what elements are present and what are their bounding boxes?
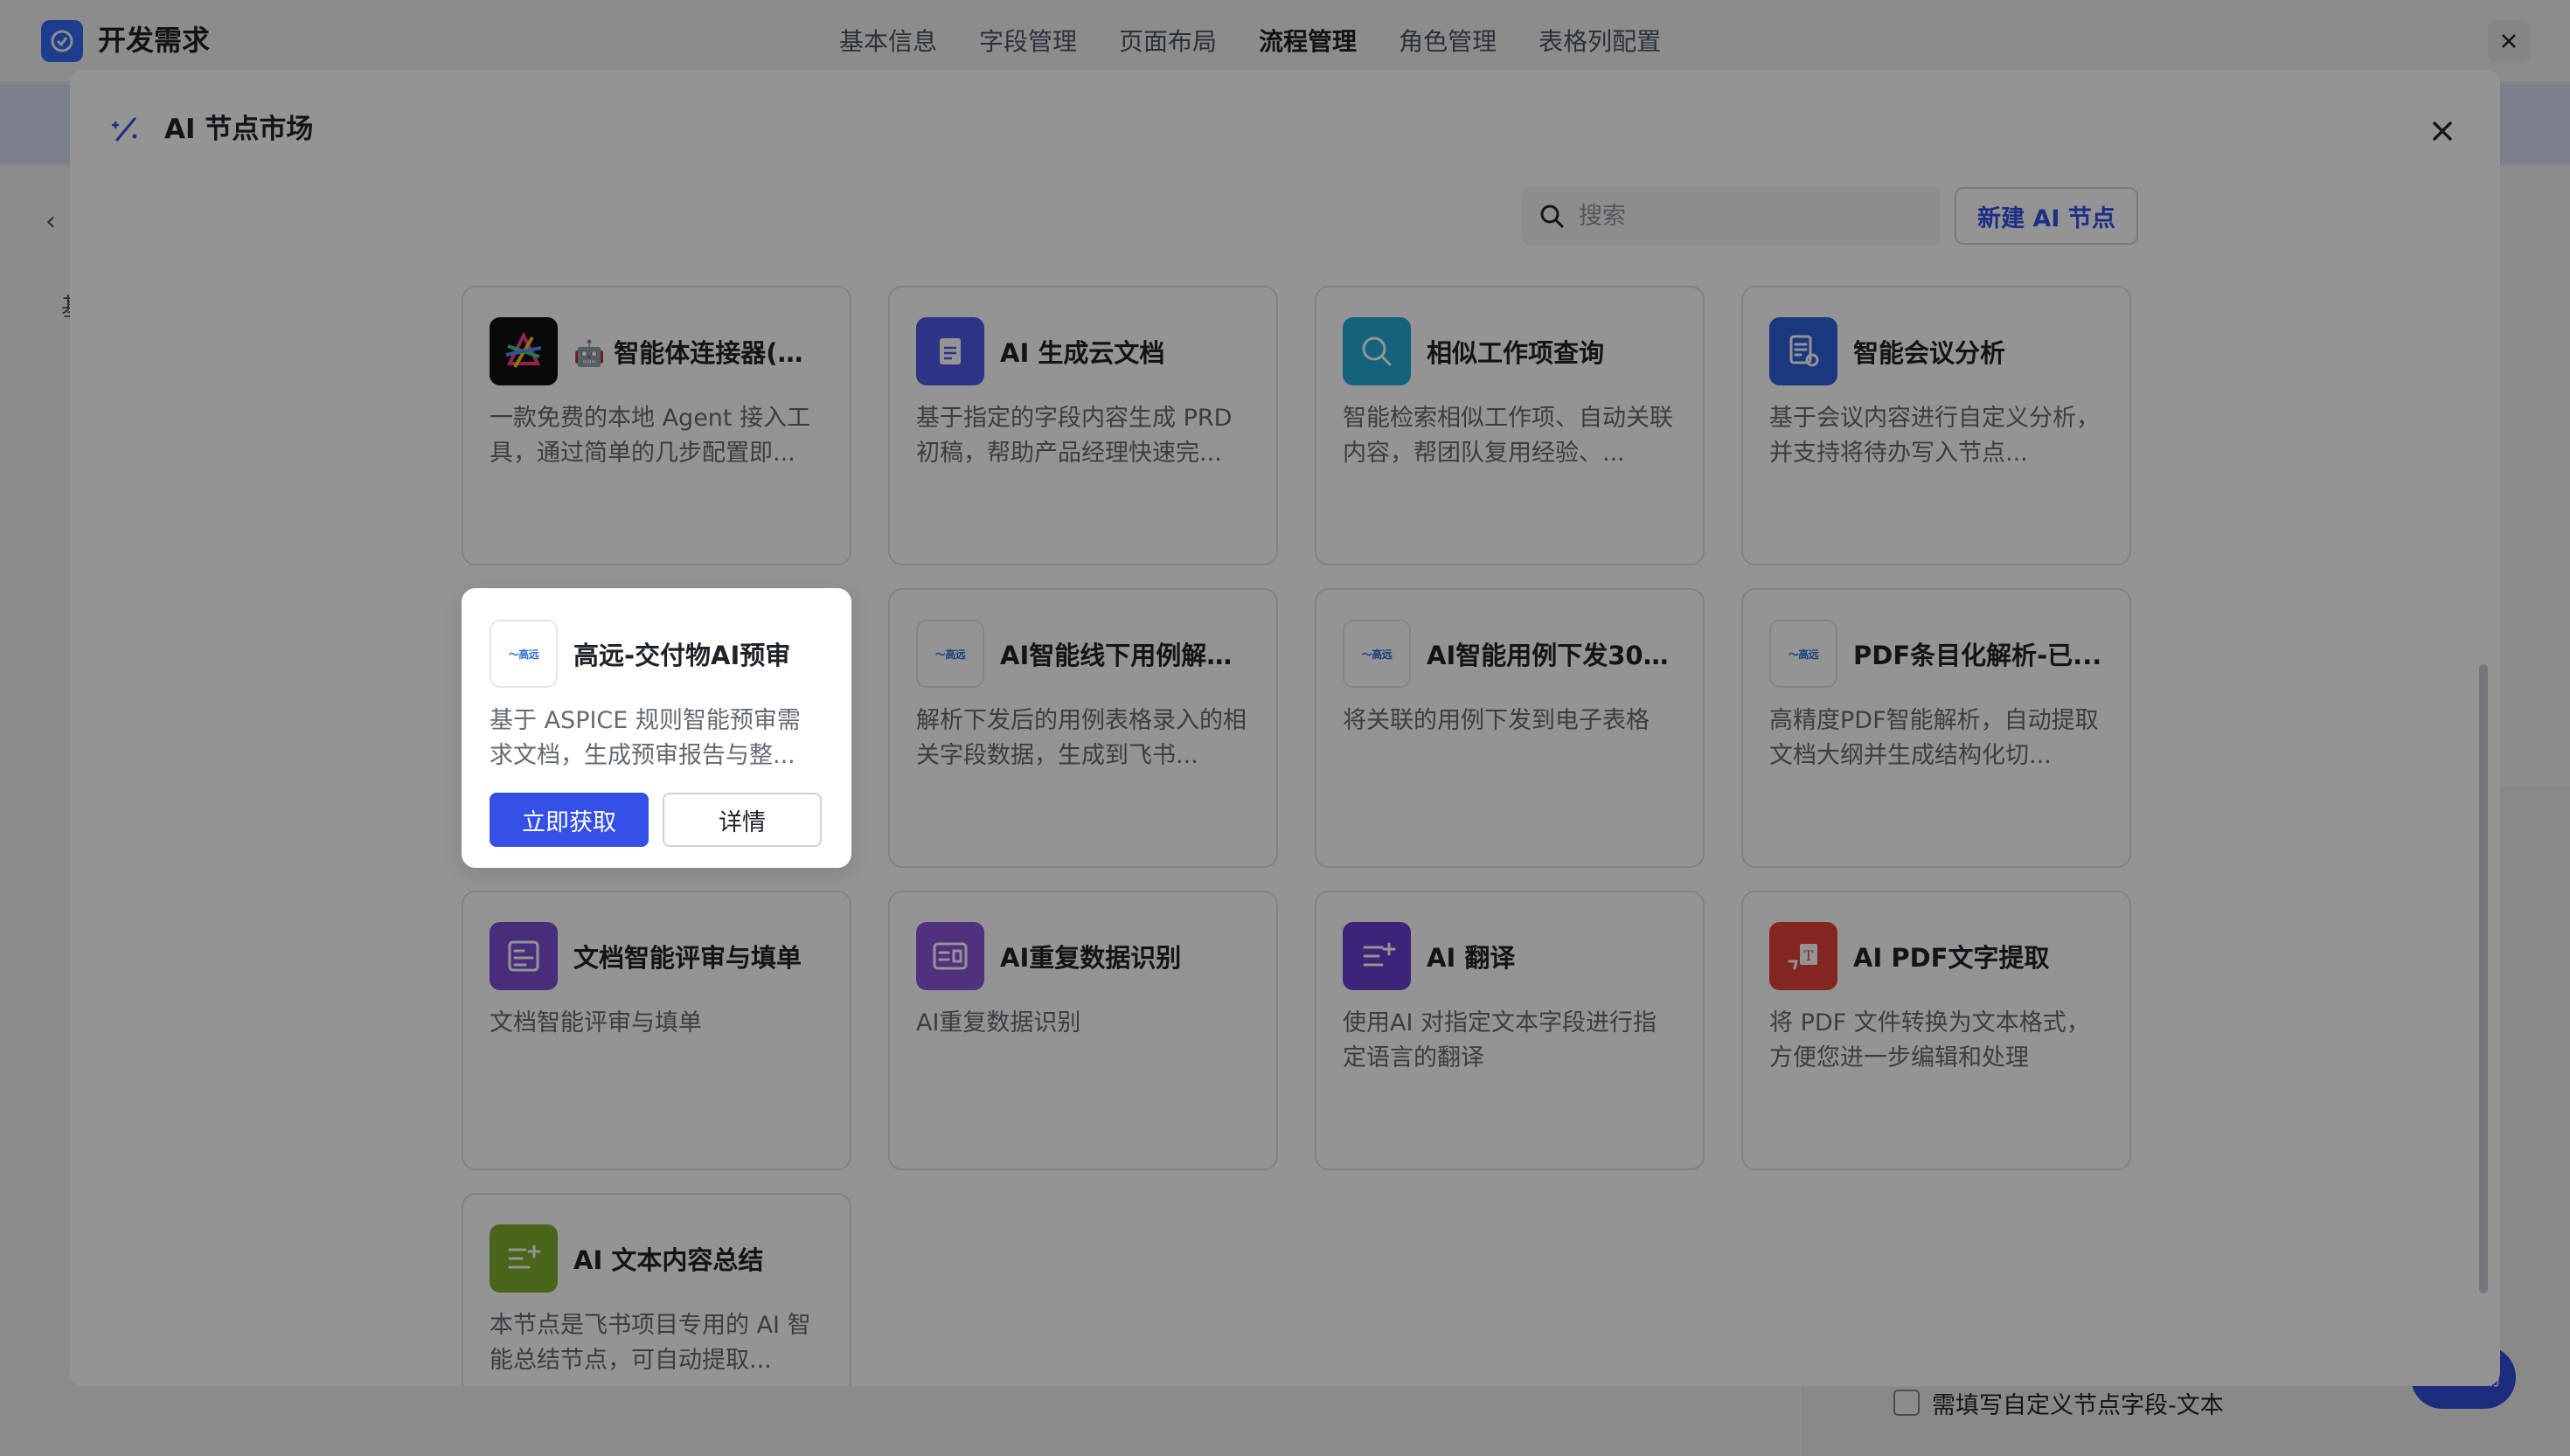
card-description: 本节点是飞书项目专用的 AI 智能总结节点，可自动提取... <box>490 1312 811 1374</box>
company-logo-icon: 〜高远 <box>1343 620 1411 688</box>
modal-close-icon[interactable] <box>2423 112 2462 150</box>
duplicate-data-icon <box>916 922 984 990</box>
card-title: AI 生成云文档 <box>1000 338 1165 368</box>
card-title: 🤖 智能体连接器(原... <box>573 338 823 368</box>
card-header: 〜高远 PDF条目化解析-已... <box>1769 620 2103 688</box>
card-description: 高精度PDF智能解析，自动提取文档大纲并生成结构化切... <box>1769 707 2099 769</box>
card-description: 使用AI 对指定文本字段进行指定语言的翻译 <box>1343 1009 1657 1071</box>
search-input[interactable] <box>1577 201 1930 231</box>
card-title: 相似工作项查询 <box>1427 338 1605 368</box>
new-ai-node-button[interactable]: 新建 AI 节点 <box>1955 187 2138 245</box>
card-header: AI重复数据识别 <box>916 922 1250 990</box>
card-actions: 立即获取 详情 <box>490 793 823 847</box>
card-title: AI 翻译 <box>1427 943 1516 973</box>
doc-review-icon <box>490 922 558 990</box>
node-card[interactable]: 〜高远 AI智能线下用例解析... 解析下发后的用例表格录入的相关字段数据，生成到飞… <box>888 588 1278 868</box>
node-card[interactable]: 文档智能评审与填单 文档智能评审与填单 <box>462 891 851 1170</box>
node-card[interactable]: AI 翻译使用AI 对指定文本字段进行指定语言的翻译 <box>1315 891 1705 1170</box>
node-card[interactable]: 〜高远 高远-交付物AI预审基于 ASPICE 规则智能预审需求文档，生成预审报告… <box>462 588 851 868</box>
card-description: 文档智能评审与填单 <box>490 1009 702 1037</box>
card-header: 〜高远 AI智能用例下发300... <box>1343 620 1677 688</box>
card-title: 高远-交付物AI预审 <box>573 641 791 670</box>
node-card[interactable]: 🤖 智能体连接器(原... 一款免费的本地 Agent 接入工具，通过简单的几步配… <box>462 286 851 565</box>
card-description: 基于指定的字段内容生成 PRD 初稿，帮助产品经理快速完... <box>916 405 1233 467</box>
pdf-text-icon: T <box>1769 922 1837 990</box>
card-title: PDF条目化解析-已... <box>1853 641 2102 670</box>
card-header: 〜高远 AI智能线下用例解析... <box>916 620 1250 688</box>
node-card[interactable]: 智能会议分析基于会议内容进行自定义分析，并支持将待办写入节点... <box>1741 286 2131 565</box>
card-header: 智能会议分析 <box>1769 317 2103 385</box>
card-header: T AI PDF文字提取 <box>1769 922 2103 990</box>
card-description: 解析下发后的用例表格录入的相关字段数据，生成到飞书... <box>916 707 1247 769</box>
search-ai-icon <box>1343 317 1411 385</box>
company-logo-icon: 〜高远 <box>916 620 984 688</box>
card-description: 一款免费的本地 Agent 接入工具，通过简单的几步配置即... <box>490 405 811 467</box>
card-title: AI智能线下用例解析... <box>1000 641 1250 670</box>
document-icon <box>916 317 984 385</box>
card-header: AI 文本内容总结 <box>490 1224 823 1293</box>
svg-text:T: T <box>1804 947 1814 964</box>
node-card[interactable]: AI 文本内容总结本节点是飞书项目专用的 AI 智能总结节点，可自动提取... <box>462 1193 851 1386</box>
card-title: AI PDF文字提取 <box>1853 943 2050 973</box>
agent-connector-icon <box>490 317 558 385</box>
get-now-button[interactable]: 立即获取 <box>490 793 649 847</box>
company-logo-icon: 〜高远 <box>1769 620 1837 688</box>
card-description: 基于 ASPICE 规则智能预审需求文档，生成预审报告与整... <box>490 707 801 769</box>
magic-wand-icon <box>111 117 137 142</box>
meeting-analysis-icon <box>1769 317 1837 385</box>
search-box[interactable] <box>1521 187 1941 245</box>
node-card[interactable]: 〜高远 PDF条目化解析-已... 高精度PDF智能解析，自动提取文档大纲并生成结构… <box>1741 588 2131 868</box>
scrollbar[interactable] <box>2479 664 2488 1293</box>
node-card[interactable]: 相似工作项查询智能检索相似工作项、自动关联内容，帮团队复用经验、... <box>1315 286 1705 565</box>
card-header: AI 翻译 <box>1343 922 1677 990</box>
node-card[interactable]: T AI PDF文字提取将 PDF 文件转换为文本格式，方便您进一步编辑和处理 <box>1741 891 2131 1170</box>
card-description: 基于会议内容进行自定义分析，并支持将待办写入节点... <box>1769 405 2100 467</box>
modal-title: AI 节点市场 <box>164 114 314 145</box>
card-description: 智能检索相似工作项、自动关联内容，帮团队复用经验、... <box>1343 405 1673 467</box>
card-title: 文档智能评审与填单 <box>573 943 802 973</box>
card-description: AI重复数据识别 <box>916 1009 1081 1037</box>
card-title: AI 文本内容总结 <box>573 1245 764 1275</box>
node-card[interactable]: AI重复数据识别 AI重复数据识别 <box>888 891 1278 1170</box>
card-description: 将关联的用例下发到电子表格 <box>1343 707 1650 734</box>
ai-node-market-modal: AI 节点市场 新建 AI 节点 🤖 智能体连接器(原... 一款免费的本地 Ag… <box>70 70 2500 1386</box>
search-icon <box>1540 205 1564 228</box>
node-card[interactable]: AI 生成云文档基于指定的字段内容生成 PRD 初稿，帮助产品经理快速完... <box>888 286 1278 565</box>
card-title: AI智能用例下发300... <box>1427 641 1677 670</box>
node-card[interactable]: 〜高远 AI智能用例下发300... 将关联的用例下发到电子表格 <box>1315 588 1705 868</box>
card-header: 相似工作项查询 <box>1343 317 1677 385</box>
summary-icon <box>490 1224 558 1293</box>
company-logo-icon: 〜高远 <box>490 620 558 688</box>
card-header: 〜高远 高远-交付物AI预审 <box>490 620 823 688</box>
card-header: AI 生成云文档 <box>916 317 1250 385</box>
details-button[interactable]: 详情 <box>663 793 822 847</box>
card-description: 将 PDF 文件转换为文本格式，方便您进一步编辑和处理 <box>1769 1009 2090 1071</box>
translate-icon <box>1343 922 1411 990</box>
card-title: AI重复数据识别 <box>1000 943 1182 973</box>
card-title: 智能会议分析 <box>1853 338 2006 368</box>
card-header: 文档智能评审与填单 <box>490 922 823 990</box>
card-header: 🤖 智能体连接器(原... <box>490 317 823 385</box>
